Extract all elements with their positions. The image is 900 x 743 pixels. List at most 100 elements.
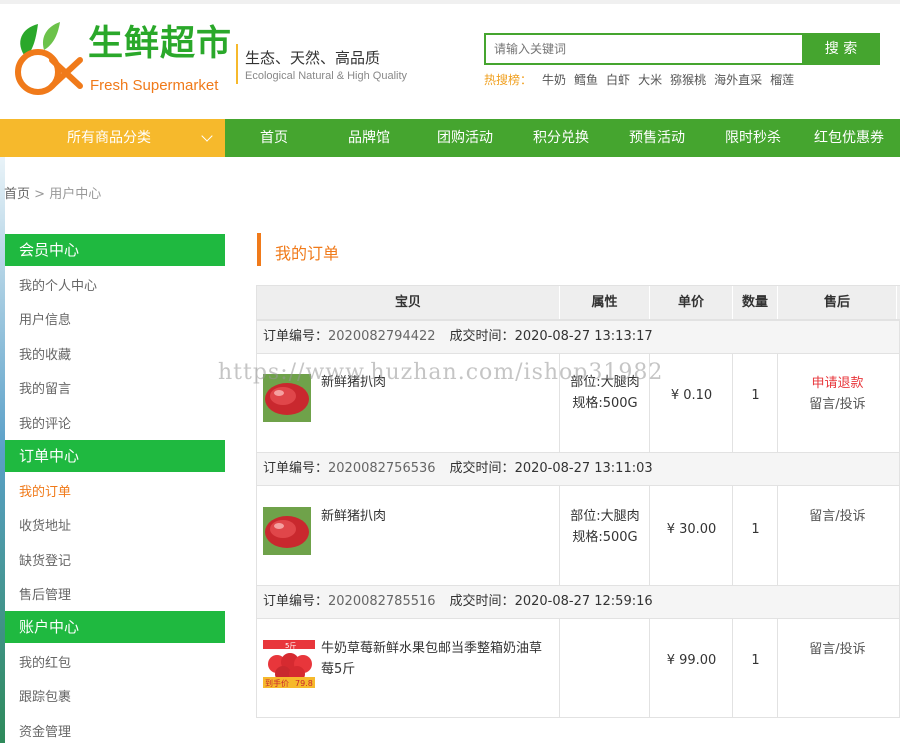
order-no-label: 订单编号： (263, 461, 329, 476)
sidebar-item-after-sales[interactable]: 售后管理 (19, 584, 71, 603)
column-header-after-sales: 售后 (778, 286, 897, 319)
order-time-label: 成交时间： (449, 594, 515, 609)
sidebar-section-member: 会员中心 (5, 234, 225, 266)
order-no-label: 订单编号： (263, 594, 329, 609)
brand-name-en: Fresh Supermarket (90, 77, 219, 94)
quantity: 1 (751, 653, 760, 668)
table-header: 宝贝 属性 单价 数量 售后 (257, 286, 900, 320)
nav-item-presale[interactable]: 预售活动 (629, 119, 685, 157)
order-header: 订单编号：2020082785516 成交时间：2020-08-27 12:59:… (257, 585, 899, 619)
sidebar-item-reviews[interactable]: 我的评论 (19, 413, 71, 432)
hot-search-link[interactable]: 大米 (638, 73, 662, 87)
order-no: 2020082785516 (328, 594, 436, 609)
slogan-cn: 生态、天然、高品质 (245, 49, 381, 67)
product-name[interactable]: 新鲜猪扒肉 (321, 506, 557, 527)
logo-mark-icon (15, 22, 83, 95)
search-input[interactable] (484, 33, 804, 65)
thumb-promo-price: 79.8 (295, 679, 313, 688)
hot-searches-label: 热搜榜： (484, 73, 533, 87)
nav-item-group-buy[interactable]: 团购活动 (437, 119, 493, 157)
quantity: 1 (751, 388, 760, 403)
attr-spec: 规格:500G (572, 396, 638, 411)
hot-searches: 热搜榜： 牛奶 鳕鱼 白虾 大米 猕猴桃 海外直采 榴莲 (484, 71, 802, 88)
slogan-divider (236, 44, 238, 84)
breadcrumb-separator: > (34, 187, 46, 202)
column-header-attr: 属性 (560, 286, 650, 319)
all-categories-menu[interactable]: 所有商品分类 (0, 119, 225, 157)
slogan-en: Ecological Natural & High Quality (245, 70, 408, 82)
breadcrumb: 首页 > 用户中心 (4, 183, 101, 202)
sidebar-section-orders: 订单中心 (5, 440, 225, 472)
nav-item-points[interactable]: 积分兑换 (533, 119, 589, 157)
after-sales-actions: 申请退款 留言/投诉 (778, 373, 897, 415)
order-time: 2020-08-27 13:13:17 (514, 329, 653, 344)
brand-name-cn: 生鲜超市 (88, 24, 233, 64)
sidebar: 会员中心 我的个人中心 用户信息 我的收藏 我的留言 我的评论 订单中心 我的订… (5, 234, 225, 743)
breadcrumb-current: 用户中心 (49, 187, 102, 202)
chevron-down-icon (201, 130, 213, 142)
product-thumbnail-pork[interactable] (263, 507, 311, 555)
order-time: 2020-08-27 13:11:03 (514, 461, 653, 476)
sidebar-item-tracking[interactable]: 跟踪包裹 (19, 686, 71, 705)
sidebar-section-account: 账户中心 (5, 611, 225, 643)
attr-part: 部位:大腿肉 (570, 509, 640, 524)
search-button[interactable]: 搜 索 (802, 33, 880, 65)
hot-search-link[interactable]: 鳕鱼 (574, 73, 598, 87)
nav-item-home[interactable]: 首页 (260, 119, 288, 157)
nav-item-flash-sale[interactable]: 限时秒杀 (725, 119, 781, 157)
sidebar-item-red-packets[interactable]: 我的红包 (19, 652, 71, 671)
sidebar-item-addresses[interactable]: 收货地址 (19, 515, 71, 534)
order-no: 2020082756536 (328, 461, 436, 476)
unit-price: ¥ 30.00 (666, 522, 717, 537)
nav-item-coupons[interactable]: 红包优惠券 (814, 119, 884, 157)
table-row: 新鲜猪扒肉 部位:大腿肉 规格:500G ¥ 30.00 1 留言/投诉 (257, 486, 899, 585)
sidebar-item-favorites[interactable]: 我的收藏 (19, 344, 71, 363)
hot-search-link[interactable]: 白虾 (606, 73, 630, 87)
hot-search-link[interactable]: 猕猴桃 (670, 73, 706, 87)
sidebar-item-my-orders[interactable]: 我的订单 (19, 481, 71, 500)
order-time: 2020-08-27 12:59:16 (514, 594, 653, 609)
hot-search-link[interactable]: 海外直采 (714, 73, 762, 87)
hot-search-link[interactable]: 榴莲 (770, 73, 794, 87)
all-categories-label: 所有商品分类 (67, 130, 151, 146)
orders-table: 宝贝 属性 单价 数量 售后 订单编号：2020082794422 成交时间：20… (256, 285, 900, 718)
column-header-price: 单价 (650, 286, 733, 319)
hot-search-link[interactable]: 牛奶 (542, 73, 566, 87)
page-title: 我的订单 (275, 244, 340, 263)
order-no-label: 订单编号： (263, 329, 329, 344)
watermark: https://www.huzhan.com/ishop31982 (218, 360, 664, 385)
order-header: 订单编号：2020082756536 成交时间：2020-08-27 13:11:… (257, 452, 899, 486)
product-thumbnail-strawberry[interactable]: 到手价 79.8 5斤 (263, 640, 315, 688)
order-header: 订单编号：2020082794422 成交时间：2020-08-27 13:13:… (257, 320, 899, 354)
comment-complaint-link[interactable]: 留言/投诉 (778, 639, 897, 660)
nav-item-brands[interactable]: 品牌馆 (348, 119, 390, 157)
thumb-promo-label: 到手价 (265, 678, 289, 688)
after-sales-actions: 留言/投诉 (778, 639, 897, 660)
order-time-label: 成交时间： (449, 461, 515, 476)
comment-complaint-link[interactable]: 留言/投诉 (778, 394, 897, 415)
title-accent-bar (257, 233, 261, 266)
attr-spec: 规格:500G (572, 530, 638, 545)
order-no: 2020082794422 (328, 329, 436, 344)
quantity: 1 (751, 522, 760, 537)
sidebar-item-funds[interactable]: 资金管理 (19, 721, 71, 740)
unit-price: ¥ 99.00 (666, 653, 717, 668)
sidebar-item-stockout[interactable]: 缺货登记 (19, 550, 71, 569)
after-sales-actions: 留言/投诉 (778, 506, 897, 527)
sidebar-item-my-center[interactable]: 我的个人中心 (19, 275, 97, 294)
product-attributes: 部位:大腿肉 规格:500G (560, 506, 650, 548)
top-strip (0, 0, 900, 4)
thumb-promo-weight: 5斤 (285, 641, 296, 650)
sidebar-item-user-info[interactable]: 用户信息 (19, 309, 71, 328)
comment-complaint-link[interactable]: 留言/投诉 (778, 506, 897, 527)
product-name[interactable]: 牛奶草莓新鲜水果包邮当季整箱奶油草莓5斤 (321, 638, 553, 680)
main-nav: 所有商品分类 首页 品牌馆 团购活动 积分兑换 预售活动 限时秒杀 红包优惠券 (0, 119, 900, 157)
column-header-item: 宝贝 (257, 286, 560, 319)
unit-price: ¥ 0.10 (670, 388, 713, 403)
column-header-qty: 数量 (733, 286, 778, 319)
sidebar-item-messages[interactable]: 我的留言 (19, 378, 71, 397)
table-row: 到手价 79.8 5斤 牛奶草莓新鲜水果包邮当季整箱奶油草莓5斤 ¥ 99.00… (257, 619, 899, 717)
refund-request-link[interactable]: 申请退款 (778, 373, 897, 394)
breadcrumb-home[interactable]: 首页 (4, 187, 30, 202)
order-time-label: 成交时间： (449, 329, 515, 344)
